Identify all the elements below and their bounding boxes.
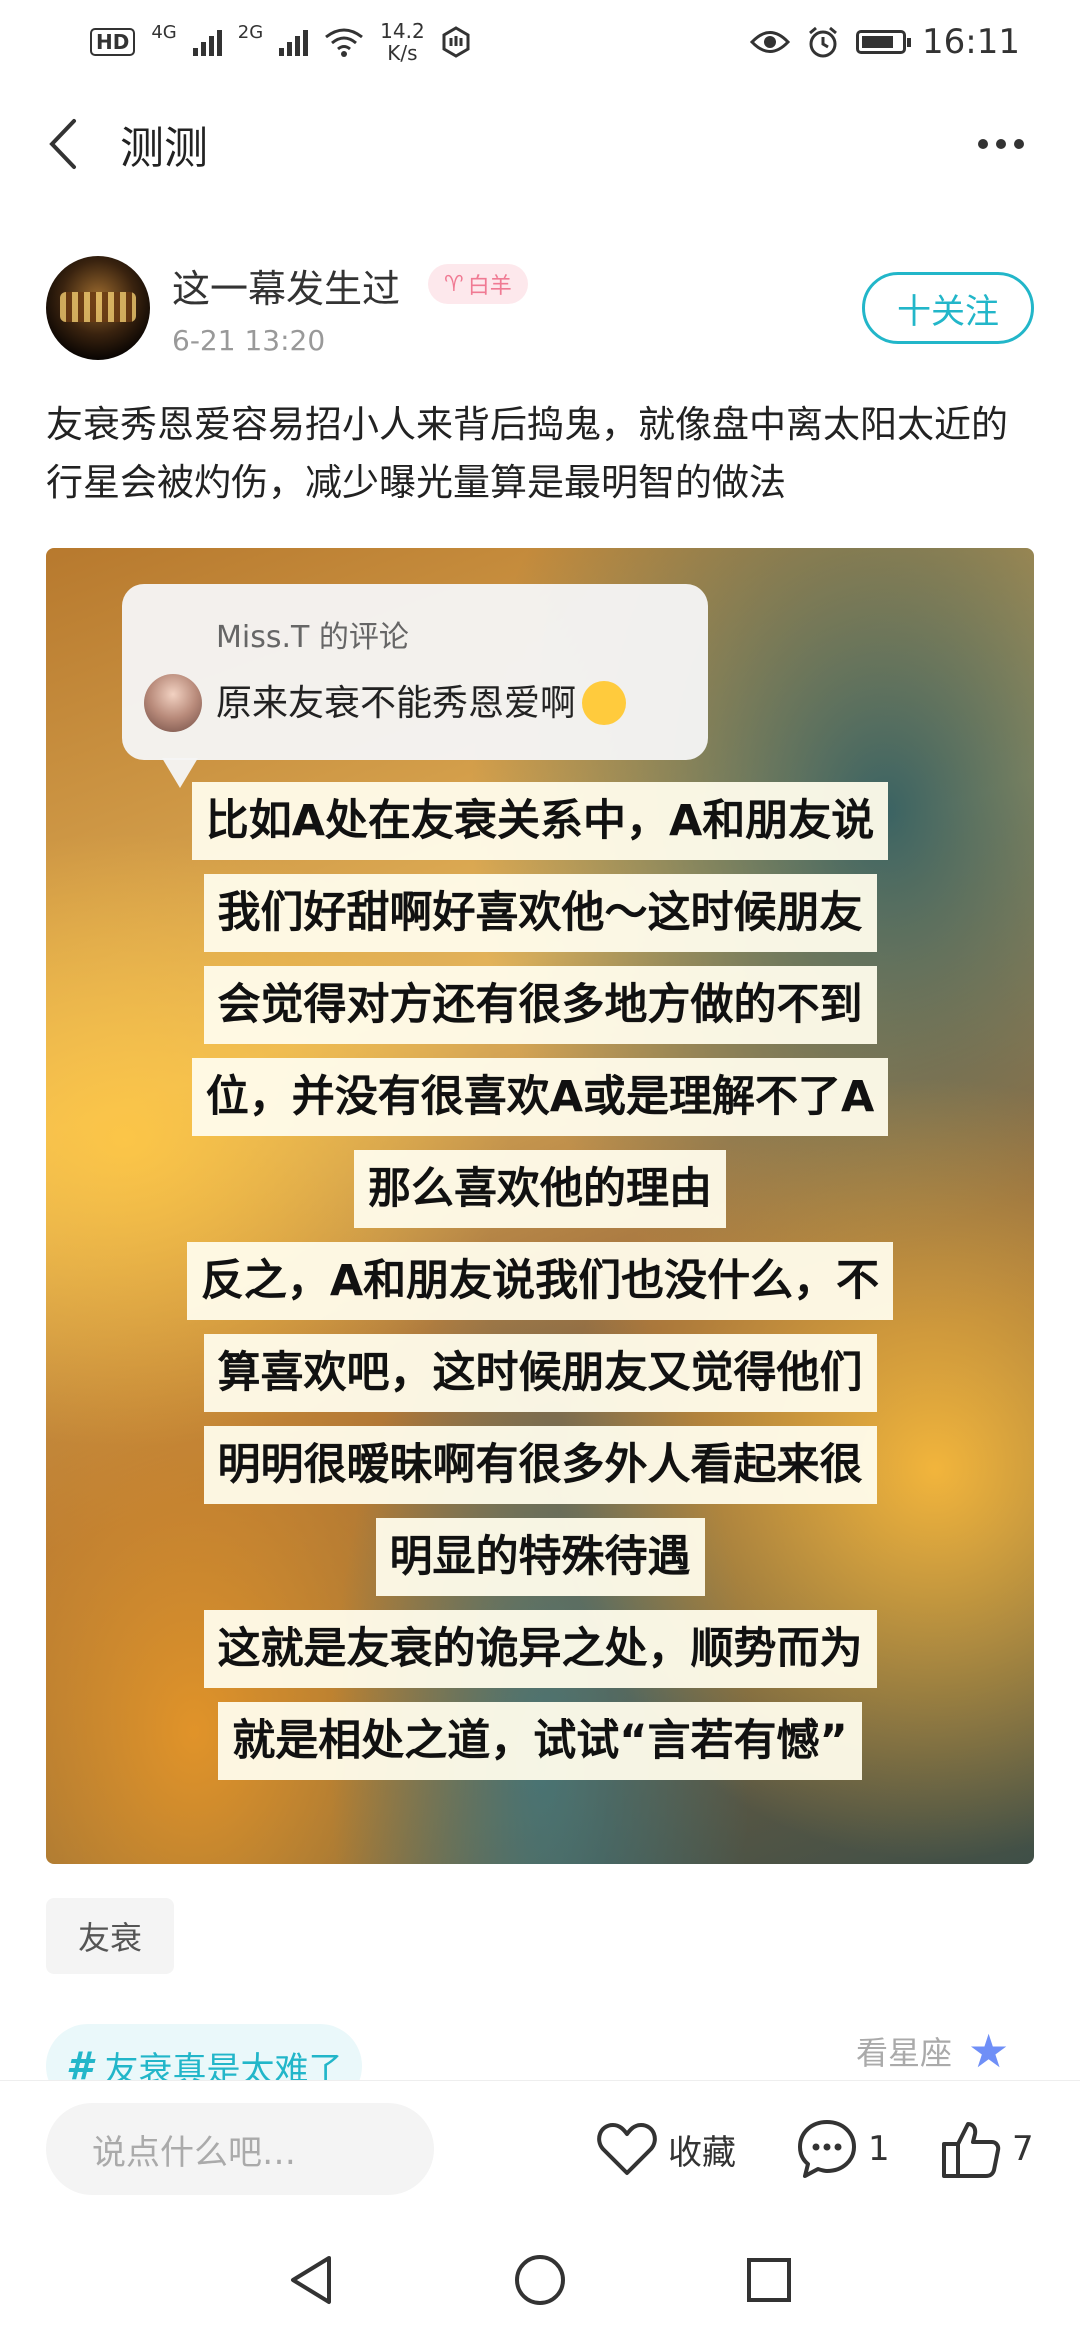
comment-bubble: Miss.T 的评论 原来友衰不能秀恩爱啊: [122, 584, 708, 788]
sim1-network-type: 4G: [151, 21, 177, 43]
thumbs-up-icon: [942, 2122, 1001, 2178]
comment-text-content: 原来友衰不能秀恩爱啊: [216, 683, 577, 724]
back-button[interactable]: [46, 114, 96, 174]
caption-line: 算喜欢吧，这时候朋友又觉得他们: [203, 1334, 877, 1412]
comment-header: Miss.T 的评论: [216, 620, 409, 655]
hashtag-icon: #: [66, 2044, 93, 2080]
alarm-icon: [809, 26, 837, 58]
watch-zodiac-label: 看星座: [855, 2034, 952, 2072]
star-icon: ★: [968, 2024, 1010, 2078]
nav-recents-icon[interactable]: [745, 2256, 793, 2304]
caption-line: 明明很暧昧啊有很多外人看起来很: [203, 1426, 877, 1504]
topic-chip[interactable]: # 友衰真是太难了: [46, 2024, 363, 2081]
back-arrow-icon: [49, 119, 76, 169]
like-button[interactable]: 7: [940, 2109, 1034, 2189]
zodiac-label: 白羊: [467, 274, 512, 299]
bottom-action-bar: 说点什么吧… 收藏 1 7: [0, 2080, 1080, 2221]
dot-icon: [1014, 139, 1024, 149]
watch-zodiac-link[interactable]: 看星座 ★: [856, 2028, 1014, 2074]
nav-home-icon[interactable]: [513, 2253, 567, 2307]
comment-text: 原来友衰不能秀恩爱啊: [216, 674, 627, 727]
caption-line: 反之，A和朋友说我们也没什么，不: [186, 1242, 894, 1320]
comment-count: 1: [868, 2129, 890, 2169]
caption-line: 比如A处在友衰关系中，A和朋友说: [191, 782, 889, 860]
status-right: 16:11: [750, 22, 1020, 62]
dot-icon: [996, 139, 1006, 149]
status-left: HD 4G 2G 14.2 K/s: [90, 20, 471, 64]
status-bar: HD 4G 2G 14.2 K/s 16:11: [0, 0, 1080, 84]
author-row: 这一幕发生过 ♈ 白羊 6-21 13:20 十关注: [46, 252, 1034, 372]
wifi-icon: [325, 28, 364, 57]
laughing-emoji-icon: [582, 681, 627, 725]
post-tag[interactable]: 友衰: [46, 1898, 175, 1974]
caption-line: 位，并没有很喜欢A或是理解不了A: [191, 1058, 889, 1136]
sim2-network-type: 2G: [237, 21, 264, 43]
caption-line: 明显的特殊待遇: [375, 1518, 705, 1596]
system-nav-bar: [0, 2220, 1080, 2340]
caption-line: 这就是友衰的诡异之处，顺势而为: [203, 1610, 877, 1688]
aries-icon: ♈: [444, 271, 464, 297]
favorite-label: 收藏: [668, 2132, 736, 2173]
caption-line: 就是相处之道，试试“言若有憾”: [218, 1702, 862, 1780]
image-caption: 比如A处在友衰关系中，A和朋友说 我们好甜啊好喜欢他～这时候朋友 会觉得对方还有…: [46, 782, 1034, 1780]
signal-icon: [279, 28, 309, 56]
more-options-button[interactable]: [968, 129, 1034, 159]
caption-line: 会觉得对方还有很多地方做的不到: [203, 966, 877, 1044]
zodiac-badge: ♈ 白羊: [428, 264, 528, 304]
signal-icon: [192, 28, 222, 56]
like-count: 7: [1012, 2129, 1034, 2169]
page-title: 测测: [120, 123, 208, 174]
author-name[interactable]: 这一幕发生过: [172, 258, 400, 313]
caption-line: 我们好甜啊好喜欢他～这时候朋友: [203, 874, 877, 952]
speed-value: 14.2: [380, 19, 425, 43]
favorite-button[interactable]: 收藏: [596, 2109, 736, 2189]
heart-icon: [597, 2123, 657, 2175]
follow-button[interactable]: 十关注: [862, 272, 1034, 344]
nav-back-icon[interactable]: [287, 2254, 335, 2306]
post-text: 友衰秀恩爱容易招小人来背后捣鬼，就像盘中离太阳太近的行星会被灼伤，减少曝光量算是…: [46, 403, 1008, 504]
network-speed: 14.2 K/s: [380, 20, 425, 64]
topic-row: # 友衰真是太难了 看星座 ★: [46, 2024, 1034, 2080]
comment-bubble-icon: [798, 2120, 856, 2178]
commenter-avatar: [144, 674, 202, 732]
topic-label: 友衰真是太难了: [104, 2049, 343, 2081]
battery-icon: [856, 30, 912, 54]
post-time: 6-21 13:20: [172, 324, 326, 357]
caption-line: 那么喜欢他的理由: [354, 1150, 726, 1228]
top-nav: 测测: [0, 84, 1080, 204]
speed-unit: K/s: [387, 41, 418, 65]
author-avatar[interactable]: [46, 256, 150, 360]
comment-button[interactable]: 1: [796, 2109, 890, 2189]
comment-input[interactable]: 说点什么吧…: [46, 2103, 434, 2195]
dot-icon: [978, 139, 988, 149]
post-image[interactable]: Miss.T 的评论 原来友衰不能秀恩爱啊 比如A处在友衰关系中，A和朋友说 我…: [46, 548, 1034, 1864]
nfc-icon: [442, 26, 470, 58]
hd-icon: HD: [90, 28, 136, 56]
status-time: 16:11: [922, 22, 1020, 62]
eye-icon: [750, 31, 791, 53]
